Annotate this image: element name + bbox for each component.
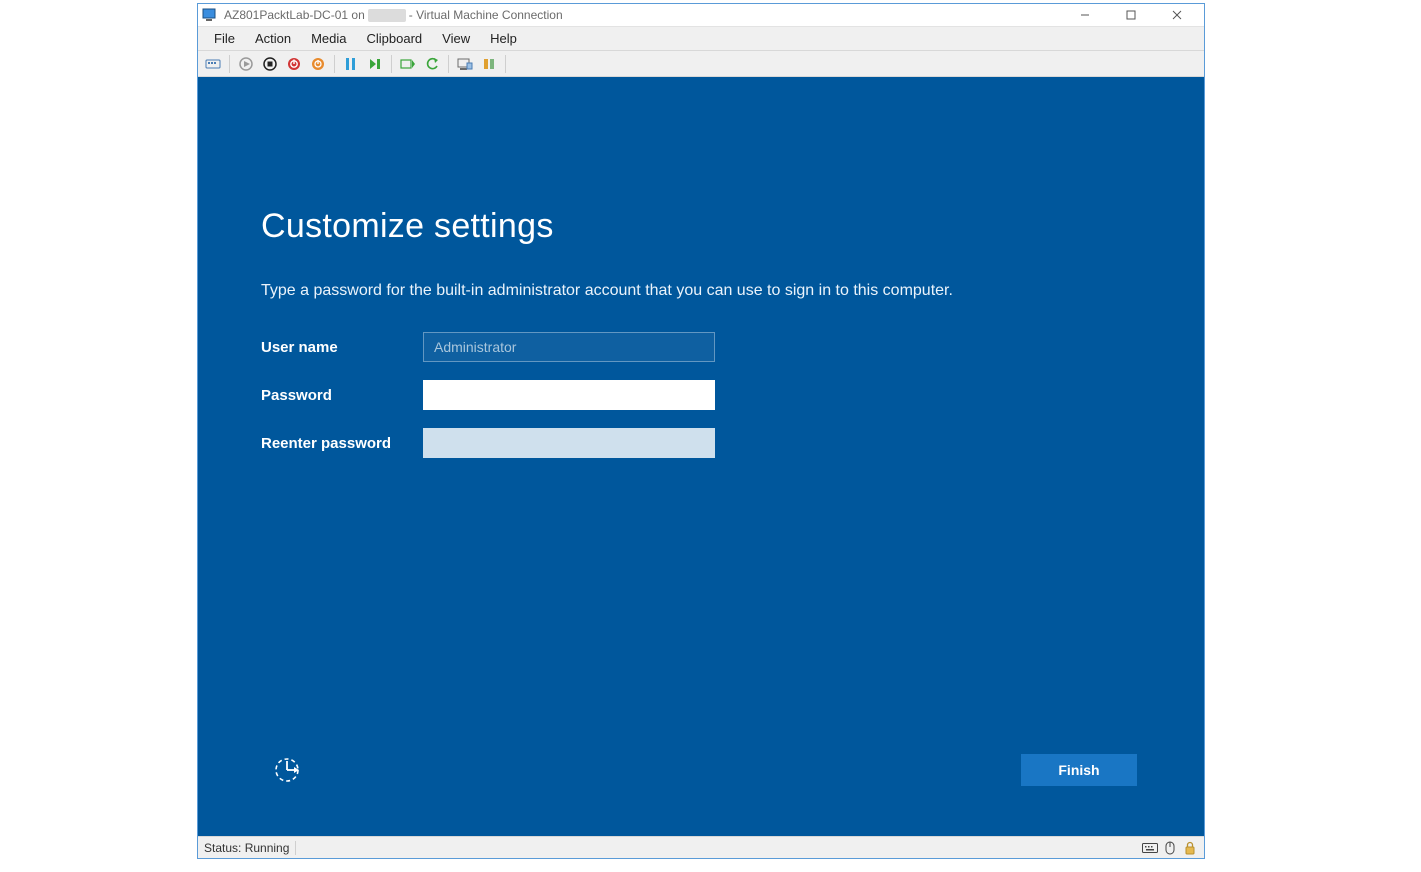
window-controls xyxy=(1062,4,1200,26)
password-label: Password xyxy=(261,387,423,404)
toolbar-separator xyxy=(229,55,230,73)
username-field xyxy=(423,332,715,362)
reenter-row: Reenter password xyxy=(261,428,1141,458)
toolbar xyxy=(198,51,1204,77)
menu-action[interactable]: Action xyxy=(245,29,301,48)
toolbar-separator xyxy=(505,55,506,73)
page-title: Customize settings xyxy=(261,207,1141,246)
toolbar-separator xyxy=(391,55,392,73)
app-icon xyxy=(202,7,218,23)
vm-connection-window: AZ801PacktLab-DC-01 on - Virtual Machine… xyxy=(197,3,1205,859)
reenter-label: Reenter password xyxy=(261,435,423,452)
vm-guest-screen[interactable]: Customize settings Type a password for t… xyxy=(198,77,1204,836)
save-icon[interactable] xyxy=(307,53,329,75)
toolbar-separator xyxy=(334,55,335,73)
pause-icon[interactable] xyxy=(340,53,362,75)
lock-icon xyxy=(1182,840,1198,856)
minimize-button[interactable] xyxy=(1062,4,1108,26)
checkpoint-icon[interactable] xyxy=(397,53,419,75)
keyboard-icon xyxy=(1142,840,1158,856)
window-title-prefix: AZ801PacktLab-DC-01 on xyxy=(224,8,365,22)
menu-clipboard[interactable]: Clipboard xyxy=(357,29,433,48)
username-row: User name xyxy=(261,332,1141,362)
statusbar: Status: Running xyxy=(198,836,1204,858)
window-title-host-redacted xyxy=(368,9,406,22)
turnoff-icon[interactable] xyxy=(259,53,281,75)
oobe-panel: Customize settings Type a password for t… xyxy=(261,207,1141,796)
menubar: File Action Media Clipboard View Help xyxy=(198,26,1204,51)
share-icon[interactable] xyxy=(478,53,500,75)
titlebar: AZ801PacktLab-DC-01 on - Virtual Machine… xyxy=(198,4,1204,26)
menu-file[interactable]: File xyxy=(204,29,245,48)
menu-view[interactable]: View xyxy=(432,29,480,48)
enhanced-session-icon[interactable] xyxy=(454,53,476,75)
shutdown-icon[interactable] xyxy=(283,53,305,75)
toolbar-separator xyxy=(448,55,449,73)
statusbar-separator xyxy=(295,841,296,855)
status-text: Status: Running xyxy=(204,841,289,855)
ease-of-access-icon[interactable] xyxy=(269,752,305,788)
username-label: User name xyxy=(261,339,423,356)
maximize-button[interactable] xyxy=(1108,4,1154,26)
reset-icon[interactable] xyxy=(364,53,386,75)
menu-media[interactable]: Media xyxy=(301,29,356,48)
window-title-suffix: - Virtual Machine Connection xyxy=(409,8,563,22)
close-button[interactable] xyxy=(1154,4,1200,26)
password-field[interactable] xyxy=(423,380,715,410)
ctrl-alt-del-icon[interactable] xyxy=(202,53,224,75)
reenter-password-field[interactable] xyxy=(423,428,715,458)
revert-icon[interactable] xyxy=(421,53,443,75)
finish-button[interactable]: Finish xyxy=(1021,754,1137,786)
start-icon[interactable] xyxy=(235,53,257,75)
page-subtitle: Type a password for the built-in adminis… xyxy=(261,282,1141,300)
mouse-icon xyxy=(1162,840,1178,856)
password-row: Password xyxy=(261,380,1141,410)
menu-help[interactable]: Help xyxy=(480,29,527,48)
